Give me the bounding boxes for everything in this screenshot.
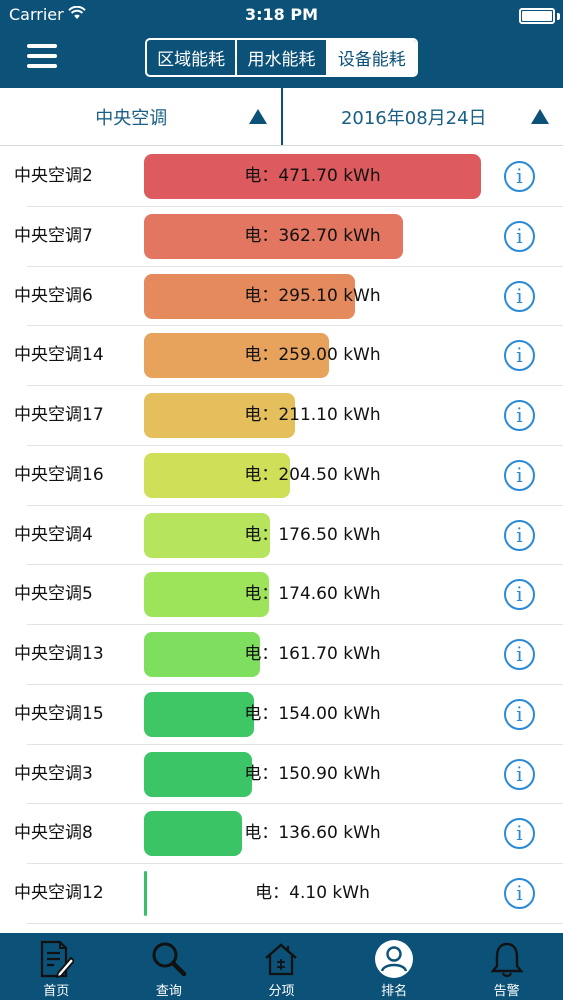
status-bar: Carrier 3:18 PM bbox=[0, 0, 563, 30]
status-time: 3:18 PM bbox=[244, 5, 318, 24]
tab-bar: 首页 查询 分项 排名 告警 bbox=[0, 933, 563, 1000]
tab-4[interactable]: 告警 bbox=[450, 933, 563, 1000]
hamburger-menu-icon bbox=[27, 44, 57, 48]
tab-label: 查询 bbox=[155, 984, 182, 999]
tab-0[interactable]: 首页 bbox=[0, 933, 113, 1000]
triangle-up-icon bbox=[248, 109, 267, 124]
device-name: 中央空调2 bbox=[14, 166, 93, 186]
info-icon[interactable]: i bbox=[504, 639, 535, 670]
segment-1[interactable]: 用水能耗 bbox=[235, 40, 325, 75]
info-icon[interactable]: i bbox=[504, 698, 535, 730]
info-icon[interactable]: i bbox=[504, 340, 535, 372]
info-icon[interactable]: i bbox=[504, 818, 535, 850]
consumption-value: 电：259.00 kWh bbox=[244, 345, 381, 366]
info-icon[interactable]: i bbox=[504, 519, 535, 551]
user-icon bbox=[374, 939, 414, 979]
info-icon[interactable]: i bbox=[504, 758, 535, 790]
date-filter[interactable]: 2016年08月24日 bbox=[280, 88, 563, 145]
device-name: 中央空调17 bbox=[14, 405, 104, 425]
ranking-row: 中央空调3 电：150.90 kWh i bbox=[0, 745, 563, 805]
device-name: 中央空调4 bbox=[14, 524, 93, 545]
bell-icon bbox=[487, 939, 527, 979]
ranking-list: 中央空调2 电：471.70 kWh i 中央空调7 电：362.70 kWh i 中央空调… bbox=[0, 147, 563, 924]
consumption-value: 电：295.10 kWh bbox=[244, 285, 381, 306]
ranking-row: 中央空调8 电：136.60 kWh i bbox=[0, 804, 563, 864]
device-filter-label: 中央空调 bbox=[95, 107, 168, 129]
info-icon[interactable]: i bbox=[504, 161, 535, 192]
device-name: 中央空调7 bbox=[14, 225, 93, 246]
search-icon bbox=[149, 939, 189, 979]
device-name: 中央空调16 bbox=[14, 464, 104, 485]
battery-icon bbox=[519, 8, 555, 24]
consumption-value: 电：161.70 kWh bbox=[244, 644, 381, 664]
ranking-row: 中央空调2 电：471.70 kWh i bbox=[0, 147, 563, 207]
document-edit-icon bbox=[36, 939, 76, 979]
tab-label: 告警 bbox=[493, 984, 520, 999]
tab-label: 首页 bbox=[43, 984, 70, 999]
ranking-row: 中央空调16 电：204.50 kWh i bbox=[0, 446, 563, 506]
info-icon[interactable]: i bbox=[504, 878, 535, 909]
device-name: 中央空调5 bbox=[14, 584, 93, 605]
filter-bar: 中央空调 2016年08月24日 bbox=[0, 88, 563, 146]
info-icon[interactable]: i bbox=[504, 459, 535, 491]
house-icon bbox=[261, 939, 301, 979]
device-name: 中央空调12 bbox=[14, 883, 104, 903]
device-filter[interactable]: 中央空调 bbox=[0, 88, 281, 145]
ranking-row: 中央空调12 电：4.10 kWh i bbox=[0, 864, 563, 924]
ranking-row: 中央空调6 电：295.10 kWh i bbox=[0, 267, 563, 327]
triangle-up-icon bbox=[531, 109, 549, 124]
consumption-value: 电：204.50 kWh bbox=[244, 464, 381, 485]
tab-2[interactable]: 分项 bbox=[225, 933, 338, 1000]
device-name: 中央空调13 bbox=[14, 644, 104, 664]
info-icon[interactable]: i bbox=[504, 579, 535, 611]
device-name: 中央空调3 bbox=[14, 763, 93, 784]
ranking-row: 中央空调5 电：174.60 kWh i bbox=[0, 565, 563, 625]
device-name: 中央空调6 bbox=[14, 285, 93, 306]
tab-3[interactable]: 排名 bbox=[338, 933, 451, 1000]
nav-header: Carrier 3:18 PM 区域能耗 用水能耗 设备能耗 bbox=[0, 0, 563, 88]
consumption-value: 电：174.60 kWh bbox=[244, 584, 381, 605]
device-name: 中央空调8 bbox=[14, 823, 93, 844]
tab-1[interactable]: 查询 bbox=[113, 933, 226, 1000]
ranking-row: 中央空调13 电：161.70 kWh i bbox=[0, 625, 563, 685]
tab-label: 排名 bbox=[381, 984, 408, 999]
consumption-value: 电：176.50 kWh bbox=[244, 524, 381, 545]
consumption-value: 电：211.10 kWh bbox=[244, 405, 381, 425]
energy-type-segmented-control: 区域能耗 用水能耗 设备能耗 bbox=[145, 38, 418, 77]
consumption-value: 电：471.70 kWh bbox=[244, 166, 381, 186]
ranking-row: 中央空调4 电：176.50 kWh i bbox=[0, 506, 563, 566]
menu-button[interactable] bbox=[27, 44, 57, 68]
consumption-value: 电：150.90 kWh bbox=[244, 763, 381, 784]
segment-0[interactable]: 区域能耗 bbox=[147, 40, 235, 75]
consumption-value: 电：136.60 kWh bbox=[244, 823, 381, 844]
info-icon[interactable]: i bbox=[504, 400, 535, 431]
ranking-row: 中央空调7 电：362.70 kWh i bbox=[0, 207, 563, 267]
ranking-row: 中央空调15 电：154.00 kWh i bbox=[0, 685, 563, 745]
consumption-value: 电：4.10 kWh bbox=[255, 883, 370, 903]
consumption-value: 电：362.70 kWh bbox=[244, 225, 381, 246]
consumption-value: 电：154.00 kWh bbox=[244, 703, 381, 724]
date-filter-label: 2016年08月24日 bbox=[340, 107, 487, 129]
segment-2[interactable]: 设备能耗 bbox=[325, 40, 416, 75]
device-name: 中央空调15 bbox=[14, 703, 104, 724]
device-name: 中央空调14 bbox=[14, 345, 104, 366]
battery-tip bbox=[557, 13, 560, 20]
ranking-row: 中央空调14 电：259.00 kWh i bbox=[0, 326, 563, 386]
ranking-row: 中央空调17 电：211.10 kWh i bbox=[0, 386, 563, 446]
info-icon[interactable]: i bbox=[504, 280, 535, 312]
info-icon[interactable]: i bbox=[504, 220, 535, 252]
tab-label: 分项 bbox=[268, 984, 295, 999]
